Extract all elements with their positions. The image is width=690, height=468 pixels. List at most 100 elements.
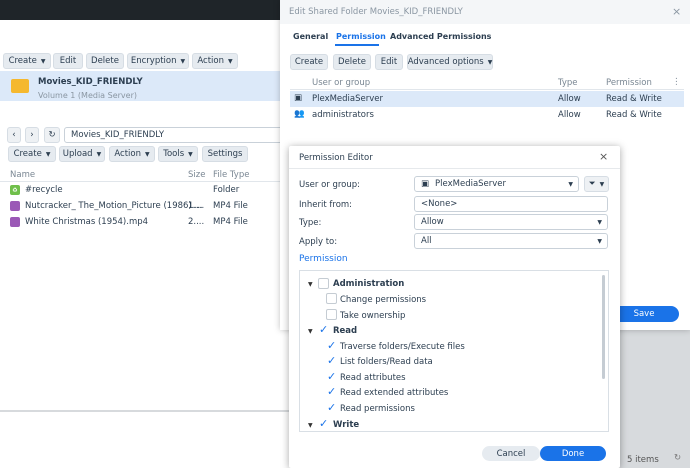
refresh-status-icon[interactable]: ↻ bbox=[674, 453, 681, 463]
file-name: White Christmas (1954).mp4 bbox=[25, 217, 149, 227]
file-table-header: Name Size File Type bbox=[0, 167, 290, 182]
perm-row[interactable]: ▣ PlexMediaServer Allow Read & Write bbox=[290, 91, 684, 107]
shared-folder-row[interactable]: Movies_KID_FRIENDLY Volume 1 (Media Serv… bbox=[0, 71, 300, 101]
item-count: 5 items bbox=[627, 455, 659, 465]
collapse-icon[interactable]: ▼ bbox=[308, 422, 313, 429]
action-button[interactable]: Action ▼ bbox=[192, 53, 238, 69]
file-row[interactable]: Nutcracker_ The_Motion_Picture (1986)...… bbox=[0, 198, 290, 214]
perm-type: Allow bbox=[558, 94, 581, 104]
perm-value: Read & Write bbox=[606, 94, 662, 104]
window-icon: ▣ bbox=[421, 179, 430, 189]
filter-icon: ⏷ bbox=[588, 179, 596, 189]
create-button[interactable]: Create ▼ bbox=[3, 53, 51, 69]
permission-section-title: Permission bbox=[299, 254, 348, 264]
perm-delete-button[interactable]: Delete bbox=[333, 54, 371, 70]
col-permission[interactable]: Permission bbox=[606, 78, 652, 88]
col-type[interactable]: File Type bbox=[213, 170, 249, 180]
permission-editor-dialog: Permission Editor × User or group: ▣ Ple… bbox=[289, 146, 620, 468]
tab-underline bbox=[335, 44, 379, 46]
read-permissions-label: Read permissions bbox=[340, 404, 415, 414]
administration-checkbox[interactable] bbox=[318, 278, 329, 289]
perm-create-button[interactable]: Create bbox=[290, 54, 328, 70]
file-row[interactable]: ♻ #recycle Folder bbox=[0, 182, 290, 198]
change-permissions-checkbox[interactable] bbox=[326, 293, 337, 304]
tools-button[interactable]: Tools ▼ bbox=[158, 146, 198, 162]
take-ownership-label: Take ownership bbox=[340, 311, 406, 321]
read-attributes-label: Read attributes bbox=[340, 373, 406, 383]
tree-scrollbar[interactable] bbox=[602, 275, 605, 379]
read-permissions-checkbox[interactable]: ✓ bbox=[327, 402, 336, 413]
user-name: administrators bbox=[312, 110, 374, 120]
filter-button[interactable]: ⏷ ▼ bbox=[584, 176, 609, 192]
editor-close-icon[interactable]: × bbox=[599, 150, 608, 163]
editor-title: Permission Editor bbox=[299, 153, 373, 163]
perm-value: Read & Write bbox=[606, 110, 662, 120]
delete-button[interactable]: Delete bbox=[86, 53, 124, 69]
encryption-button[interactable]: Encryption ▼ bbox=[127, 53, 189, 69]
tab-general[interactable]: General bbox=[293, 32, 328, 41]
apply-select[interactable]: All ▼ bbox=[414, 233, 608, 249]
done-button[interactable]: Done bbox=[540, 446, 606, 461]
file-size: 2.... bbox=[188, 217, 205, 227]
read-extended-attributes-checkbox[interactable]: ✓ bbox=[327, 386, 336, 397]
administration-label: Administration bbox=[333, 279, 405, 289]
folder-name: Movies_KID_FRIENDLY bbox=[38, 77, 143, 87]
type-select[interactable]: Allow ▼ bbox=[414, 214, 608, 230]
take-ownership-checkbox[interactable] bbox=[326, 309, 337, 320]
cancel-button[interactable]: Cancel bbox=[482, 446, 540, 461]
collapse-icon[interactable]: ▼ bbox=[308, 328, 313, 335]
file-name: #recycle bbox=[25, 185, 63, 195]
read-attributes-checkbox[interactable]: ✓ bbox=[327, 371, 336, 382]
perm-type: Allow bbox=[558, 110, 581, 120]
inherit-label: Inherit from: bbox=[299, 200, 353, 210]
refresh-icon: ↻ bbox=[48, 130, 56, 140]
fs-create-button[interactable]: Create ▼ bbox=[8, 146, 56, 162]
dialog-title: Edit Shared Folder Movies_KID_FRIENDLY bbox=[289, 7, 463, 17]
read-checkbox[interactable]: ✓ bbox=[319, 324, 328, 335]
read-label: Read bbox=[333, 326, 358, 336]
file-station-window: ‹ › ↻ Movies_KID_FRIENDLY Create ▼ Upload… bbox=[0, 120, 290, 410]
upload-button[interactable]: Upload ▼ bbox=[59, 146, 105, 162]
settings-button[interactable]: Settings bbox=[202, 146, 248, 162]
collapse-icon[interactable]: ▼ bbox=[308, 281, 313, 288]
file-row[interactable]: White Christmas (1954).mp4 2.... MP4 Fil… bbox=[0, 214, 290, 230]
lower-panel bbox=[0, 412, 290, 468]
column-menu-icon[interactable]: ⋮ bbox=[672, 77, 681, 87]
refresh-button[interactable]: ↻ bbox=[44, 127, 60, 143]
perm-edit-button[interactable]: Edit bbox=[375, 54, 403, 70]
path-field[interactable]: Movies_KID_FRIENDLY bbox=[64, 127, 290, 143]
fs-action-button[interactable]: Action ▼ bbox=[109, 146, 155, 162]
list-folders-checkbox[interactable]: ✓ bbox=[327, 355, 336, 366]
group-icon: 👥 bbox=[294, 109, 305, 119]
traverse-checkbox[interactable]: ✓ bbox=[327, 340, 336, 351]
title-divider bbox=[289, 168, 620, 169]
edit-button[interactable]: Edit bbox=[53, 53, 83, 69]
list-folders-label: List folders/Read data bbox=[340, 357, 433, 367]
tab-advanced-permissions[interactable]: Advanced Permissions bbox=[390, 32, 491, 41]
col-name[interactable]: Name bbox=[10, 170, 35, 180]
forward-button[interactable]: › bbox=[25, 127, 39, 143]
write-checkbox[interactable]: ✓ bbox=[319, 418, 328, 429]
traverse-label: Traverse folders/Execute files bbox=[340, 342, 465, 352]
file-name: Nutcracker_ The_Motion_Picture (1986)...… bbox=[25, 201, 203, 211]
user-name: PlexMediaServer bbox=[312, 94, 384, 104]
folder-volume: Volume 1 (Media Server) bbox=[38, 91, 137, 100]
advanced-options-button[interactable]: Advanced options ▼ bbox=[407, 54, 493, 70]
file-type: MP4 File bbox=[213, 217, 248, 227]
col-user[interactable]: User or group bbox=[312, 78, 370, 88]
tab-permission[interactable]: Permission bbox=[336, 32, 386, 41]
perm-row[interactable]: 👥 administrators Allow Read & Write bbox=[290, 107, 684, 123]
col-size[interactable]: Size bbox=[188, 170, 205, 180]
chevron-down-icon: ▼ bbox=[597, 218, 602, 226]
chevron-down-icon: ▼ bbox=[568, 180, 573, 188]
permission-tree: ▼ Administration Change permissions Take… bbox=[299, 270, 609, 432]
file-type: Folder bbox=[213, 185, 240, 195]
inherit-field: <None> bbox=[414, 196, 608, 212]
video-file-icon bbox=[10, 217, 20, 227]
dialog-titlebar: Edit Shared Folder Movies_KID_FRIENDLY × bbox=[280, 0, 690, 24]
col-type[interactable]: Type bbox=[558, 78, 578, 88]
close-icon[interactable]: × bbox=[672, 5, 681, 18]
user-select[interactable]: ▣ PlexMediaServer ▼ bbox=[414, 176, 579, 192]
back-button[interactable]: ‹ bbox=[7, 127, 21, 143]
recycle-icon: ♻ bbox=[10, 185, 20, 195]
